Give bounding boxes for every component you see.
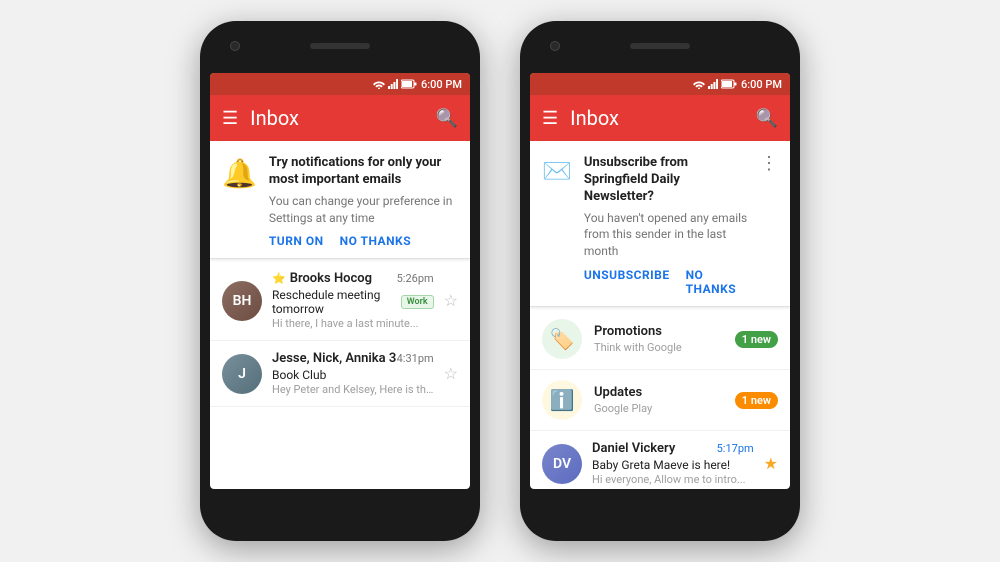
status-bar-1: 6:00 PM (210, 73, 470, 95)
toolbar-2: ☰ Inbox 🔍 (530, 95, 790, 141)
avatar-jesse: J (222, 354, 262, 394)
banner-content-2: Unsubscribe from Springfield Daily Newsl… (584, 155, 748, 296)
star-icon-daniel[interactable]: ★ (764, 454, 778, 473)
status-bar-2: 6:00 PM (530, 73, 790, 95)
promotions-content: Promotions Think with Google (594, 324, 723, 354)
turn-on-button[interactable]: TURN ON (269, 234, 324, 248)
banner-subtitle-2: You haven't opened any emails from this … (584, 210, 748, 260)
no-thanks-button-2[interactable]: NO THANKS (686, 268, 748, 296)
signal-icon-1 (388, 79, 398, 89)
email-header-2: Jesse, Nick, Annika 3 4:31pm (272, 351, 434, 366)
email-preview-1: Hi there, I have a last minute... (272, 317, 434, 330)
speaker-1 (310, 43, 370, 49)
mail-block-icon: ✉️ (542, 155, 572, 296)
email-content-daniel: Daniel Vickery 5:17pm Baby Greta Maeve i… (592, 441, 754, 486)
email-sender-1: ⭐ Brooks Hocog (272, 271, 372, 286)
phone-2: 6:00 PM ☰ Inbox 🔍 ✉️ Unsubscribe from Sp… (520, 21, 800, 541)
status-time-2: 6:00 PM (741, 78, 782, 91)
battery-icon-2 (721, 79, 737, 89)
email-header-1: ⭐ Brooks Hocog 5:26pm (272, 271, 434, 286)
email-item-2[interactable]: J Jesse, Nick, Annika 3 4:31pm Book Club… (210, 341, 470, 407)
camera-2 (550, 41, 560, 51)
unsubscribe-banner: ✉️ Unsubscribe from Springfield Daily Ne… (530, 141, 790, 307)
hamburger-icon-1[interactable]: ☰ (222, 108, 238, 129)
email-time-1: 5:26pm (397, 272, 434, 285)
banner-title-1: Try notifications for only your most imp… (269, 155, 458, 189)
email-content-2: Jesse, Nick, Annika 3 4:31pm Book Club H… (272, 351, 434, 396)
email-subject-2: Book Club (272, 368, 434, 382)
email-item-daniel[interactable]: DV Daniel Vickery 5:17pm Baby Greta Maev… (530, 431, 790, 489)
avatar-daniel: DV (542, 444, 582, 484)
phone-1: 6:00 PM ☰ Inbox 🔍 🔔 Try notifications fo… (200, 21, 480, 541)
banner-subtitle-1: You can change your preference in Settin… (269, 193, 458, 227)
status-time-1: 6:00 PM (421, 78, 462, 91)
search-icon-2[interactable]: 🔍 (756, 108, 778, 129)
email-content-1: ⭐ Brooks Hocog 5:26pm Reschedule meeting… (272, 271, 434, 330)
notification-banner-1: 🔔 Try notifications for only your most i… (210, 141, 470, 259)
avatar-brooks: BH (222, 281, 262, 321)
email-subject-1: Reschedule meeting tomorrow Work (272, 288, 434, 316)
star-icon-1[interactable]: ☆ (444, 291, 458, 310)
no-thanks-button-1[interactable]: NO THANKS (340, 234, 411, 248)
promotions-badge: 1 new (735, 331, 778, 348)
updates-icon: ℹ️ (542, 380, 582, 420)
status-icons-2 (693, 79, 737, 89)
banner-content-1: Try notifications for only your most imp… (269, 155, 458, 248)
speaker-2 (630, 43, 690, 49)
email-preview-2: Hey Peter and Kelsey, Here is the list..… (272, 383, 434, 396)
phone-screen-1: 6:00 PM ☰ Inbox 🔍 🔔 Try notifications fo… (210, 73, 470, 489)
email-subject-daniel: Baby Greta Maeve is here! (592, 458, 754, 472)
inbox-title-1: Inbox (250, 106, 423, 130)
camera-1 (230, 41, 240, 51)
wifi-icon-1 (373, 79, 385, 89)
banner-title-2: Unsubscribe from Springfield Daily Newsl… (584, 155, 748, 206)
battery-icon-1 (401, 79, 417, 89)
banner-actions-1: TURN ON NO THANKS (269, 234, 458, 248)
banner-actions-2: UNSUBSCRIBE NO THANKS (584, 268, 748, 296)
email-preview-daniel: Hi everyone, Allow me to intro... (592, 473, 754, 486)
wifi-icon-2 (693, 79, 705, 89)
promotions-row[interactable]: 🏷️ Promotions Think with Google 1 new (530, 309, 790, 370)
status-icons-1 (373, 79, 417, 89)
sender-star-icon: ⭐ (272, 272, 286, 285)
inbox-title-2: Inbox (570, 106, 743, 130)
updates-name: Updates (594, 385, 723, 400)
unsubscribe-button[interactable]: UNSUBSCRIBE (584, 268, 670, 296)
updates-badge: 1 new (735, 392, 778, 409)
more-options-icon[interactable]: ⋮ (760, 155, 778, 296)
star-icon-2[interactable]: ☆ (444, 364, 458, 383)
phone-screen-2: 6:00 PM ☰ Inbox 🔍 ✉️ Unsubscribe from Sp… (530, 73, 790, 489)
email-sender-daniel: Daniel Vickery (592, 441, 675, 456)
email-sender-2: Jesse, Nick, Annika 3 (272, 351, 396, 366)
bell-icon: 🔔 (222, 155, 257, 248)
email-header-daniel: Daniel Vickery 5:17pm (592, 441, 754, 456)
toolbar-1: ☰ Inbox 🔍 (210, 95, 470, 141)
promotions-name: Promotions (594, 324, 723, 339)
updates-sub: Google Play (594, 402, 723, 415)
work-badge: Work (401, 295, 434, 309)
updates-content: Updates Google Play (594, 385, 723, 415)
search-icon-1[interactable]: 🔍 (436, 108, 458, 129)
email-time-2: 4:31pm (397, 352, 434, 365)
email-item-1[interactable]: BH ⭐ Brooks Hocog 5:26pm Reschedule meet… (210, 261, 470, 341)
updates-row[interactable]: ℹ️ Updates Google Play 1 new (530, 370, 790, 431)
hamburger-icon-2[interactable]: ☰ (542, 108, 558, 129)
signal-icon-2 (708, 79, 718, 89)
promotions-icon: 🏷️ (542, 319, 582, 359)
promotions-sub: Think with Google (594, 341, 723, 354)
email-time-daniel: 5:17pm (717, 442, 754, 455)
